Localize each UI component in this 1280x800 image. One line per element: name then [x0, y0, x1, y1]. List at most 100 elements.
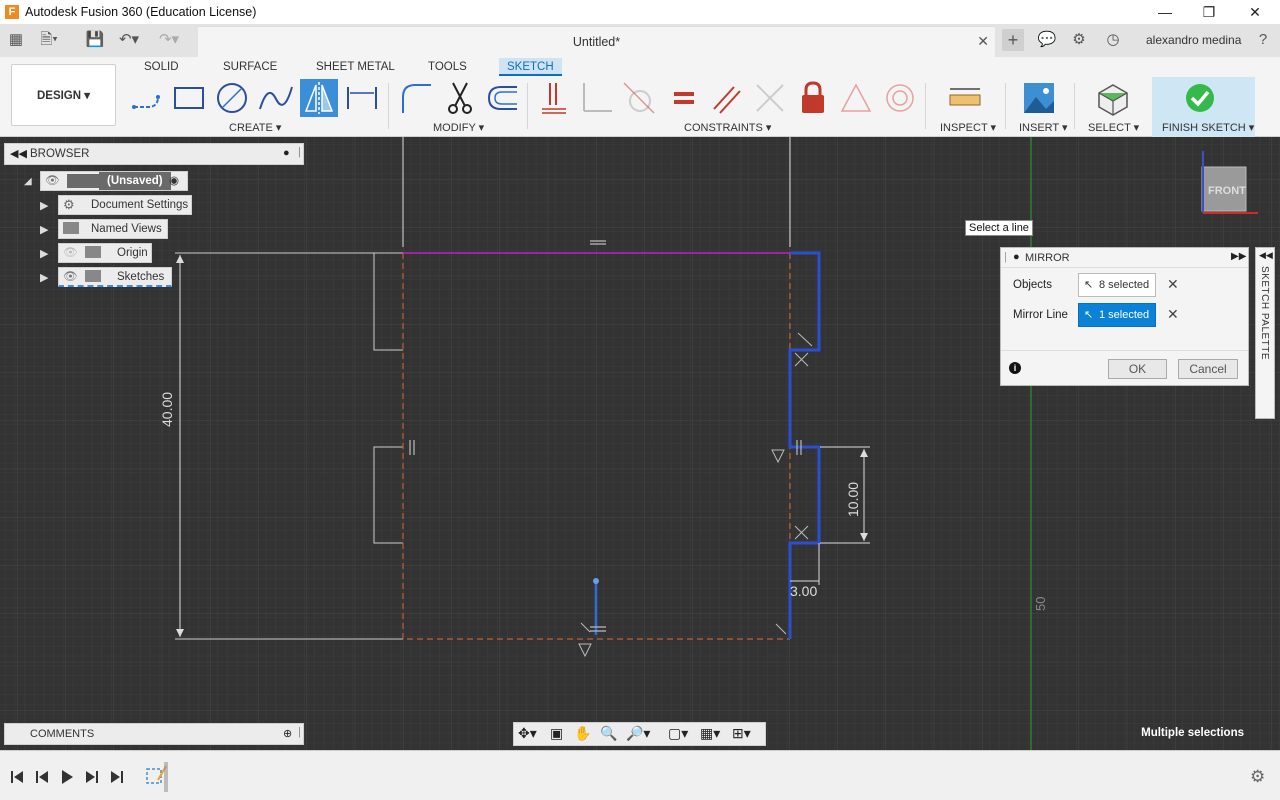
insert-menu[interactable]: INSERT ▾ [1019, 121, 1068, 134]
go-to-start-icon[interactable] [9, 769, 25, 785]
notifications-icon[interactable]: 💬 [1036, 30, 1058, 50]
drag-handle-icon[interactable]: | [1004, 251, 1007, 263]
browser-item-origin[interactable]: 👁 Origin [58, 243, 152, 263]
create-menu[interactable]: CREATE ▾ [229, 121, 281, 134]
minimize-browser-icon[interactable]: ● [283, 147, 290, 159]
history-icon[interactable]: ◷ [1102, 30, 1124, 50]
view-cube-face[interactable]: FRONT [1208, 185, 1246, 197]
cancel-button[interactable]: Cancel [1178, 359, 1238, 379]
comments-panel[interactable]: COMMENTS ⊕ | [4, 723, 304, 745]
look-at-icon[interactable]: ▣ [550, 725, 563, 742]
tab-sheet-metal[interactable]: SHEET METAL [308, 58, 403, 76]
select-menu[interactable]: SELECT ▾ [1088, 121, 1139, 134]
dimension-tool-icon[interactable] [343, 79, 381, 117]
step-back-icon[interactable] [34, 769, 50, 785]
line-tool-icon[interactable] [128, 79, 166, 117]
hidden-eye-icon[interactable]: 👁 [63, 244, 78, 262]
horizontal-vertical-constraint-icon[interactable] [578, 79, 616, 117]
spline-tool-icon[interactable] [256, 79, 294, 117]
notch-dimension-label[interactable]: 10.00 [845, 482, 861, 517]
activate-radio-icon[interactable]: ◉ [169, 172, 179, 190]
finish-sketch-check-icon[interactable] [1181, 79, 1219, 117]
job-status-icon[interactable]: ⚙ [1068, 30, 1090, 50]
clear-mirror-line-icon[interactable]: ✕ [1167, 306, 1179, 323]
perpendicular-constraint-icon[interactable] [751, 79, 789, 117]
trim-scissors-icon[interactable] [441, 79, 479, 117]
coincident-constraint-icon[interactable] [536, 79, 574, 117]
clear-objects-icon[interactable]: ✕ [1167, 276, 1179, 293]
browser-item-document-settings[interactable]: ⚙ Document Settings [58, 195, 192, 215]
browser-item-sketches[interactable]: 👁 Sketches [58, 267, 172, 287]
restore-button[interactable]: ❐ [1186, 0, 1232, 24]
expand-palette-icon[interactable]: ◀◀ [1259, 250, 1273, 261]
browser-item-named-views[interactable]: Named Views [58, 219, 168, 239]
new-tab-button[interactable]: + [1002, 29, 1024, 51]
document-tab[interactable]: Untitled* ✕ [198, 26, 995, 57]
go-to-end-icon[interactable] [109, 769, 125, 785]
tab-surface[interactable]: SURFACE [215, 58, 285, 76]
zoom-icon[interactable]: 🔍 [600, 725, 617, 742]
help-icon[interactable]: ? [1252, 30, 1274, 50]
step-forward-icon[interactable] [84, 769, 100, 785]
file-menu-icon[interactable]: 🗎▾ [38, 30, 60, 50]
fit-icon[interactable]: 🔎▾ [626, 725, 650, 742]
expand-dialog-icon[interactable]: ▶▶ [1231, 251, 1246, 262]
pin-comments-icon[interactable]: | [298, 726, 301, 738]
pan-hand-icon[interactable]: ✋ [574, 725, 591, 742]
offset-tool-icon[interactable] [483, 79, 521, 117]
inspect-menu[interactable]: INSPECT ▾ [940, 121, 996, 134]
select-box-icon[interactable] [1093, 79, 1131, 117]
fillet-tool-icon[interactable] [397, 79, 435, 117]
objects-selection-button[interactable]: ↖ 8 selected [1078, 273, 1156, 297]
rectangle-tool-icon[interactable] [170, 79, 208, 117]
expand-origin-icon[interactable]: ▶ [40, 247, 48, 260]
add-comment-icon[interactable]: ⊕ [283, 727, 292, 740]
info-icon[interactable]: i [1009, 362, 1021, 374]
parallel-constraint-icon[interactable] [708, 79, 746, 117]
measure-ruler-icon[interactable] [946, 79, 984, 117]
mirror-dialog-header[interactable]: | ● MIRROR ▶▶ [1001, 248, 1248, 268]
orbit-icon[interactable]: ✥▾ [518, 725, 537, 742]
pin-browser-icon[interactable]: | [298, 146, 301, 158]
mirror-tool-icon[interactable] [300, 79, 338, 117]
midpoint-constraint-icon[interactable] [837, 79, 875, 117]
design-workspace-button[interactable]: DESIGN ▾ [11, 64, 116, 126]
expand-document-settings-icon[interactable]: ▶ [40, 199, 48, 212]
constraints-menu[interactable]: CONSTRAINTS ▾ [684, 121, 771, 134]
fix-lock-icon[interactable] [794, 79, 832, 117]
height-dimension-label[interactable]: 40.00 [159, 392, 175, 427]
ok-button[interactable]: OK [1108, 359, 1167, 379]
apps-grid-icon[interactable]: ▦ [5, 30, 27, 50]
tab-sketch[interactable]: SKETCH [499, 58, 562, 76]
viewports-icon[interactable]: ⊞▾ [732, 725, 751, 742]
play-icon[interactable] [59, 769, 75, 785]
sketch-timeline-feature-icon[interactable] [144, 762, 174, 792]
circle-tool-icon[interactable] [213, 79, 251, 117]
modify-menu[interactable]: MODIFY ▾ [433, 121, 484, 134]
user-account-name[interactable]: alexandro medina [1146, 33, 1241, 47]
expand-sketches-icon[interactable]: ▶ [40, 271, 48, 284]
sketch-palette-tab[interactable]: ◀◀ SKETCH PALETTE [1255, 247, 1275, 419]
insert-image-icon[interactable] [1020, 79, 1058, 117]
visibility-eye-icon[interactable]: 👁 [63, 268, 78, 286]
collapse-browser-icon[interactable]: ◀◀ [10, 147, 27, 160]
concentric-constraint-icon[interactable] [881, 79, 919, 117]
save-icon[interactable]: 💾 [84, 30, 106, 50]
finish-sketch-menu[interactable]: FINISH SKETCH ▾ [1162, 121, 1254, 134]
minimize-button[interactable]: — [1142, 0, 1188, 24]
timeline-settings-gear-icon[interactable]: ⚙ [1250, 767, 1265, 787]
collapse-dialog-icon[interactable]: ● [1013, 251, 1020, 263]
expand-named-views-icon[interactable]: ▶ [40, 223, 48, 236]
depth-dimension-label[interactable]: 3.00 [790, 583, 817, 599]
browser-root-node[interactable]: 👁 (Unsaved) ◉ [40, 171, 188, 191]
display-settings-icon[interactable]: ▢▾ [668, 725, 688, 742]
tab-solid[interactable]: SOLID [136, 58, 187, 76]
close-button[interactable]: ✕ [1232, 0, 1278, 24]
browser-panel-header[interactable]: ◀◀ BROWSER ● | [4, 143, 304, 165]
close-tab-icon[interactable]: ✕ [977, 33, 989, 50]
root-expander-icon[interactable]: ◢ [24, 176, 32, 187]
tab-tools[interactable]: TOOLS [420, 58, 475, 76]
undo-icon[interactable]: ↶▾ [118, 30, 140, 50]
grid-settings-icon[interactable]: ▦▾ [700, 725, 720, 742]
redo-icon[interactable]: ↷▾ [158, 30, 180, 50]
